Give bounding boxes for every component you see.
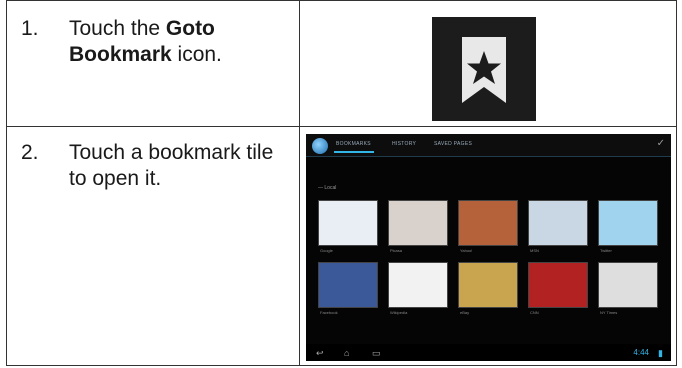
- active-tab-indicator: [334, 151, 374, 153]
- step-1-pre: Touch the: [69, 17, 166, 40]
- system-nav-bar: ↩ ⌂ ▭ 4:44 ▮: [306, 344, 671, 361]
- bookmark-star-icon: [432, 17, 536, 121]
- step-1-number: 1.: [21, 17, 39, 40]
- bookmark-tile[interactable]: [528, 200, 588, 246]
- bookmark-tile[interactable]: [528, 262, 588, 308]
- row-divider: [7, 126, 676, 127]
- step-2-number: 2.: [21, 141, 39, 164]
- step-1-text: Touch the Goto Bookmark icon.: [69, 16, 289, 68]
- section-local-label: — Local: [318, 185, 337, 191]
- bookmark-tile[interactable]: [458, 262, 518, 308]
- close-icon[interactable]: ✓: [657, 138, 665, 149]
- bookmark-tile[interactable]: [318, 200, 378, 246]
- home-icon[interactable]: ⌂: [344, 348, 349, 358]
- bookmark-tile-caption: Facebook: [320, 310, 338, 315]
- recent-apps-icon[interactable]: ▭: [372, 348, 381, 359]
- column-divider: [299, 1, 300, 365]
- tab-history[interactable]: HISTORY: [392, 141, 416, 147]
- status-clock: 4:44: [633, 348, 649, 357]
- bookmark-tile-caption: NY Times: [600, 310, 618, 315]
- bookmark-tile-caption: Picasa: [390, 248, 403, 253]
- bookmark-tile[interactable]: [388, 262, 448, 308]
- bookmark-tile[interactable]: [388, 200, 448, 246]
- bookmark-tile-caption: eBay: [460, 310, 470, 315]
- bookmark-tile[interactable]: [598, 200, 658, 246]
- back-icon[interactable]: ↩: [316, 348, 324, 359]
- bookmark-tile-caption: CNN: [530, 310, 539, 315]
- bookmark-tile-caption: Yahoo!: [460, 248, 473, 253]
- bookmark-tile-caption: MSN: [530, 248, 539, 253]
- section-local-text: Local: [324, 185, 337, 191]
- browser-tab-bar: BOOKMARKS HISTORY SAVED PAGES ✓: [306, 134, 671, 157]
- step-1-post: icon.: [171, 43, 222, 66]
- battery-icon: ▮: [658, 348, 663, 358]
- bookmark-tile[interactable]: [318, 262, 378, 308]
- tab-saved-pages[interactable]: SAVED PAGES: [434, 141, 472, 147]
- bookmark-tile[interactable]: [458, 200, 518, 246]
- bookmark-tile[interactable]: [598, 262, 658, 308]
- step-2-text: Touch a bookmark tile to open it.: [69, 141, 274, 190]
- bookmark-tile-caption: Google: [320, 248, 333, 253]
- bookmark-tile-caption: Wikipedia: [390, 310, 408, 315]
- globe-icon: [312, 138, 328, 154]
- browser-bookmarks-screenshot: BOOKMARKS HISTORY SAVED PAGES ✓ — Local …: [306, 134, 671, 361]
- tab-bookmarks[interactable]: BOOKMARKS: [336, 141, 371, 147]
- bookmark-tile-caption: Twitter: [600, 248, 612, 253]
